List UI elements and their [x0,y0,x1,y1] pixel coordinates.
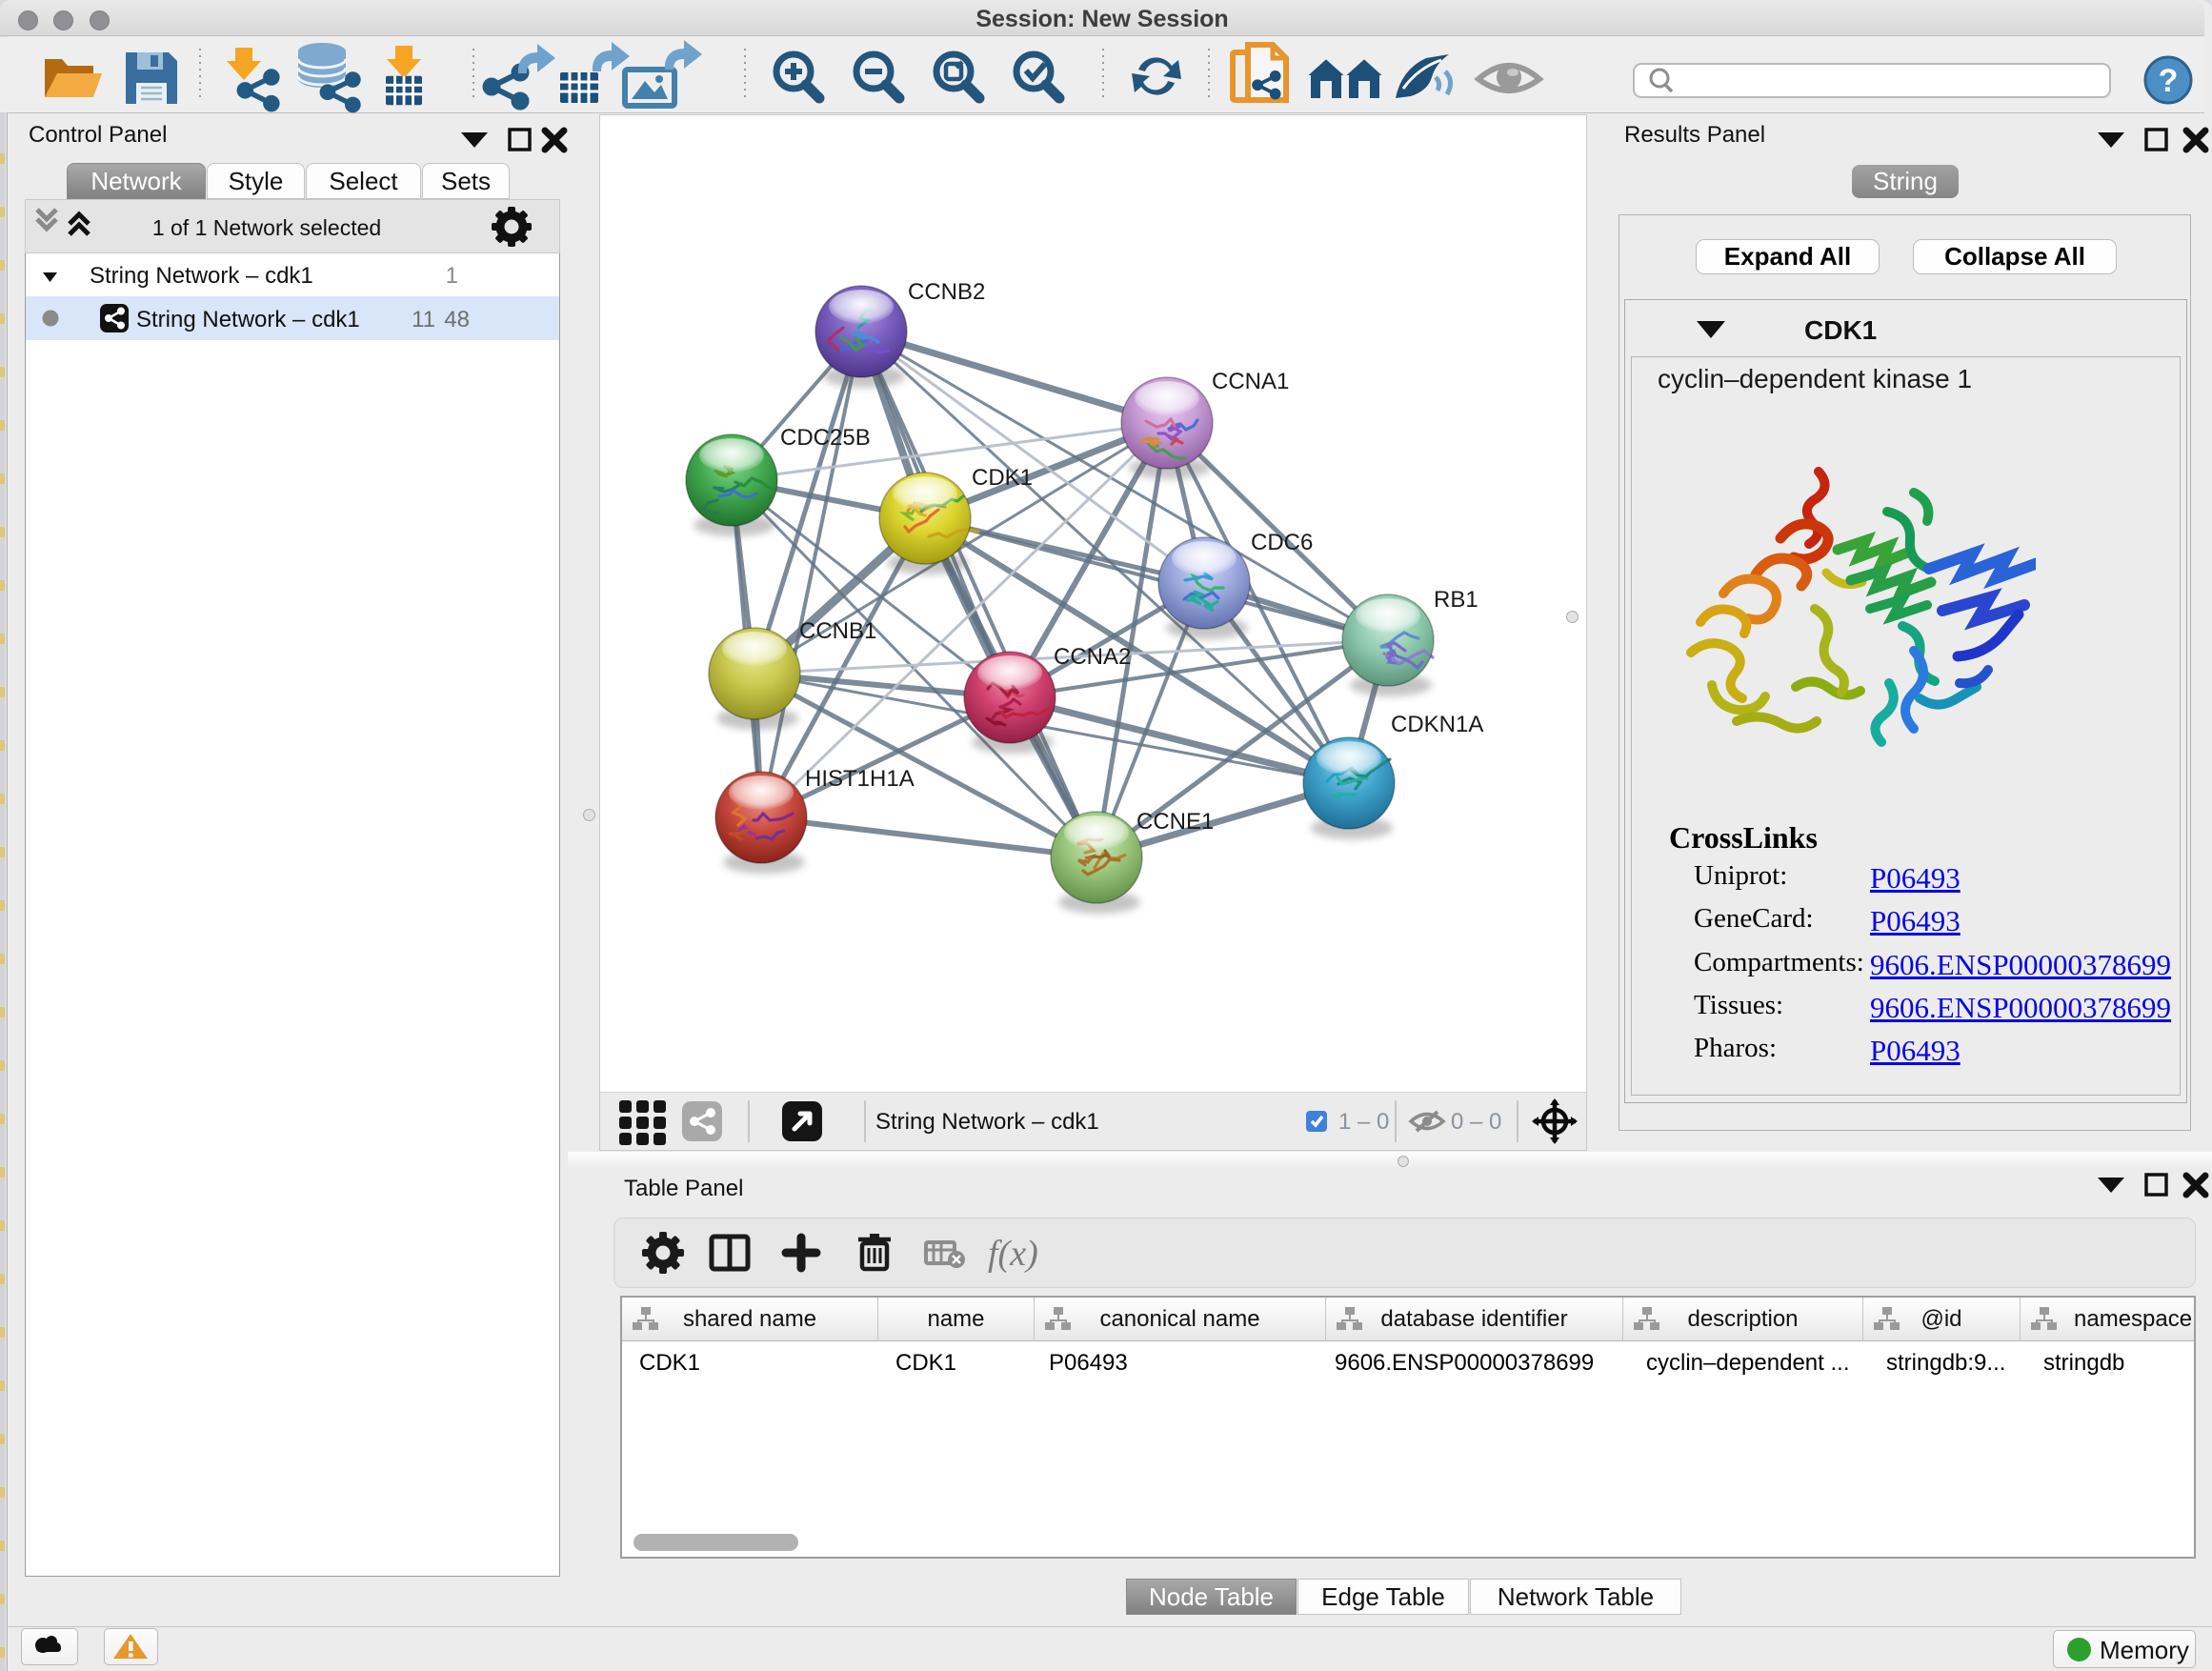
svg-text:RB1: RB1 [1434,587,1478,613]
svg-text:CCNA1: CCNA1 [1212,369,1289,394]
svg-text:HIST1H1A: HIST1H1A [805,766,915,792]
svg-text:CCNE1: CCNE1 [1136,809,1214,835]
svg-text:CDC6: CDC6 [1251,530,1313,555]
svg-text:String Network – cdk1: String Network – cdk1 [136,307,360,332]
svg-text:CDC25B: CDC25B [780,425,871,451]
svg-text:CDKN1A: CDKN1A [1391,712,1483,737]
svg-text:CDK1: CDK1 [1804,315,1877,345]
svg-text:CCNB1: CCNB1 [799,618,876,644]
svg-text:?: ? [2159,63,2179,99]
svg-text:String Network – cdk1: String Network – cdk1 [875,1109,1099,1135]
svg-text:CCNB2: CCNB2 [908,279,985,305]
svg-text:String Network – cdk1: String Network – cdk1 [90,263,313,289]
svg-text:1: 1 [446,263,458,289]
svg-text:1 – 0: 1 – 0 [1338,1109,1389,1135]
svg-text:48: 48 [444,307,470,332]
svg-text:f(x): f(x) [988,1234,1038,1274]
svg-text:CCNA2: CCNA2 [1054,644,1131,670]
svg-text:0 – 0: 0 – 0 [1451,1109,1501,1135]
svg-text:11: 11 [412,307,435,332]
svg-text:1 of 1 Network selected: 1 of 1 Network selected [152,215,381,240]
svg-text:CDK1: CDK1 [972,465,1033,491]
